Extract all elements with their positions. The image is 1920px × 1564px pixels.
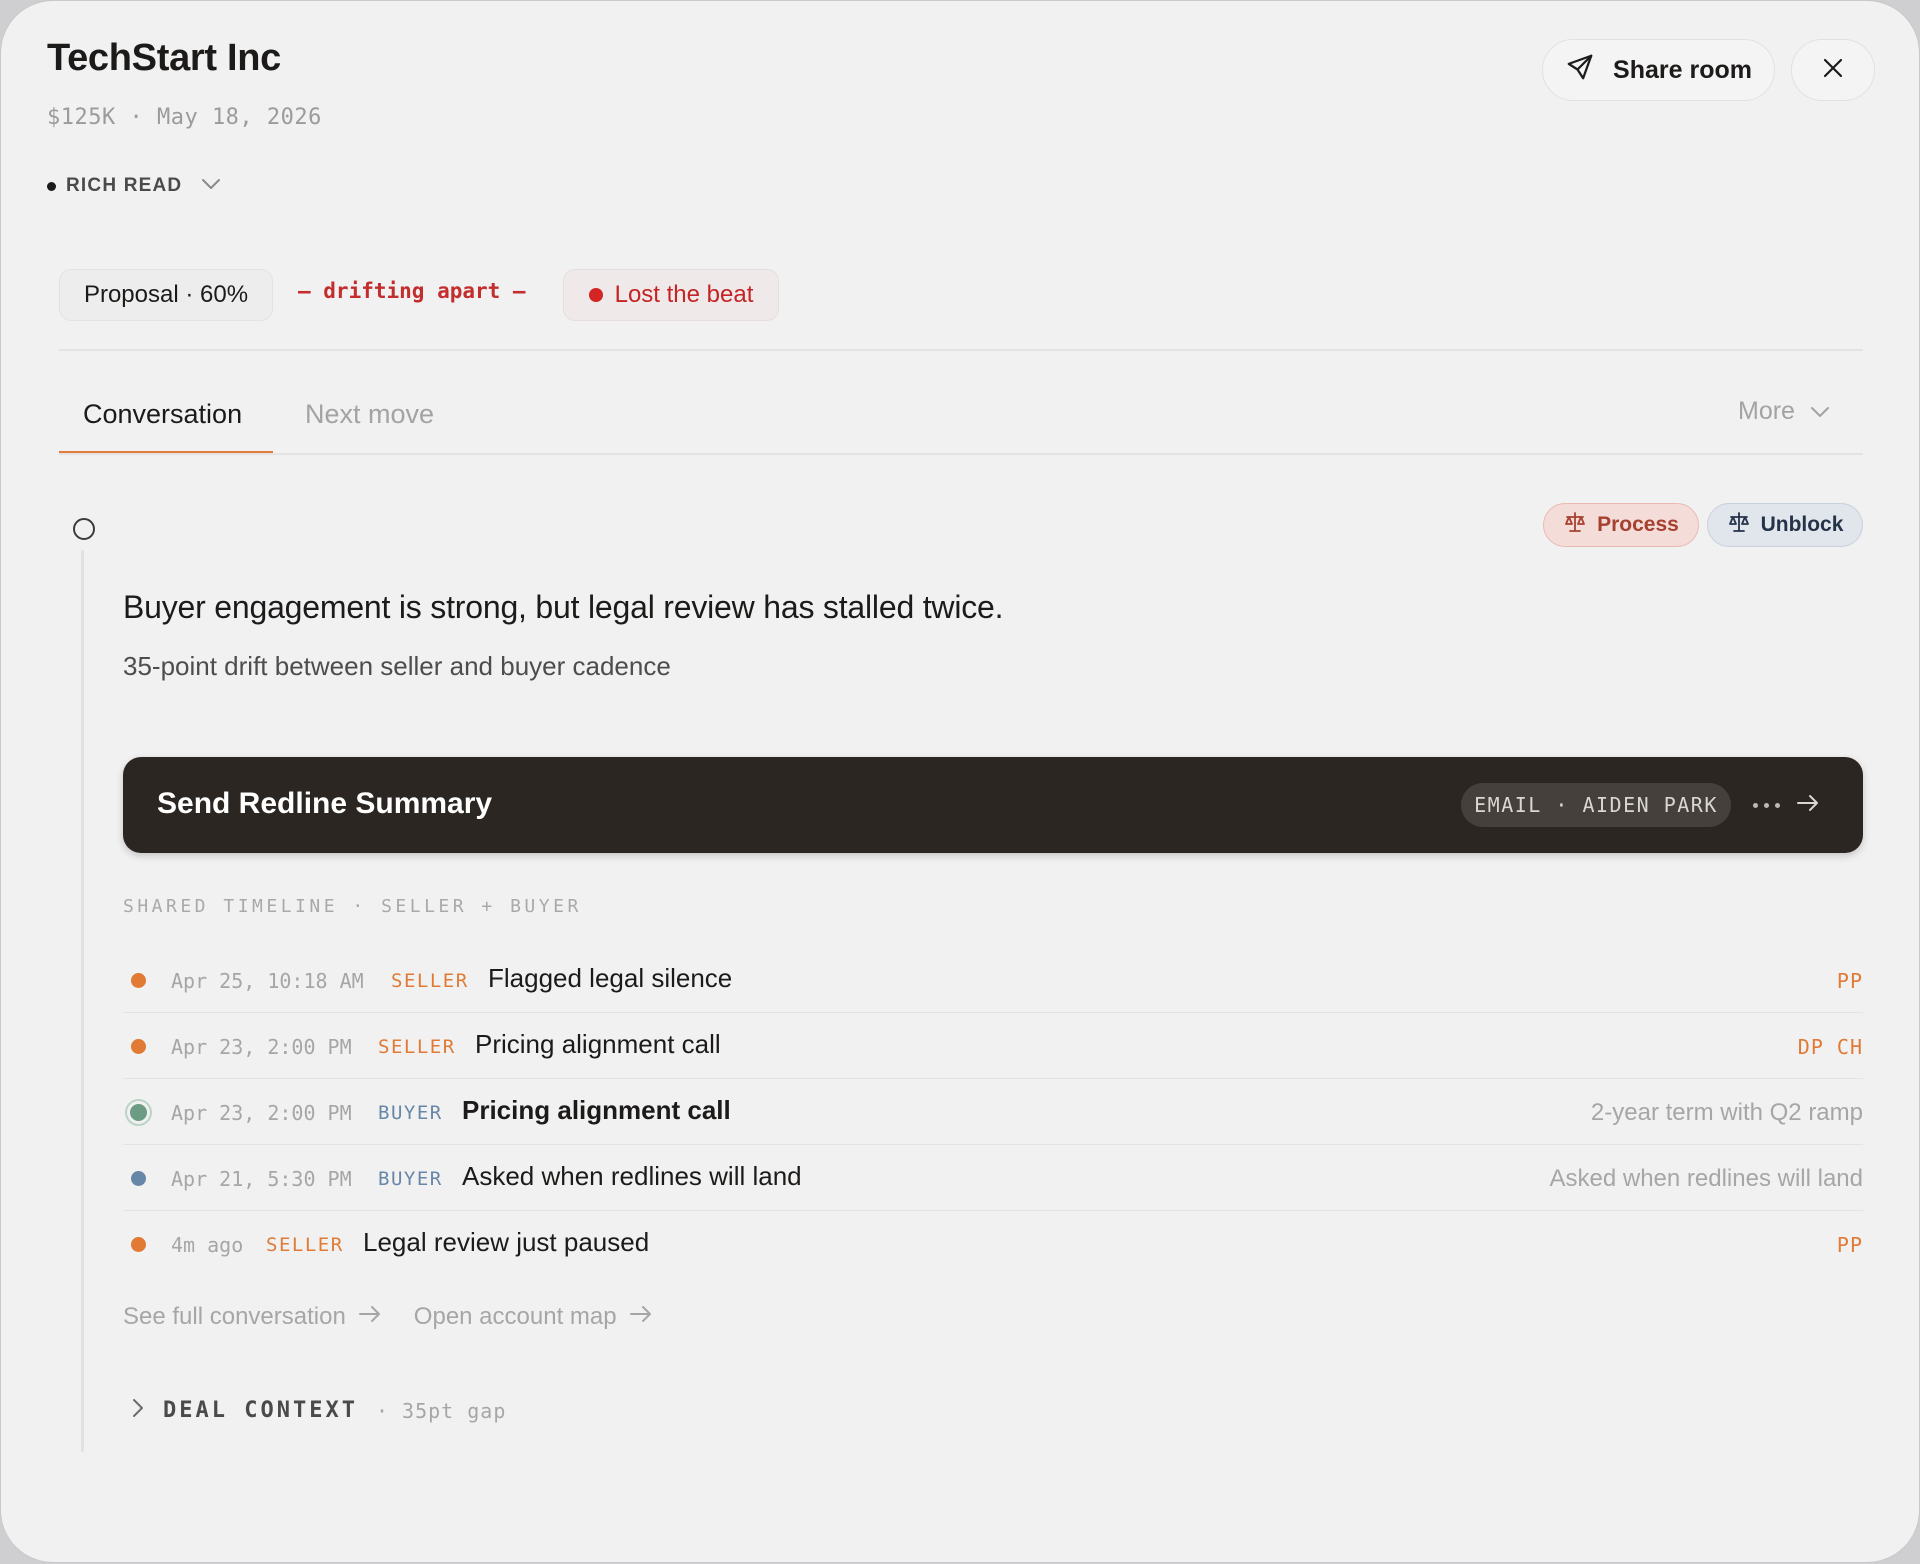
deal-title: TechStart Inc	[47, 37, 282, 79]
row-time: Apr 25, 10:18 AM	[171, 969, 364, 993]
arrow-right-icon	[629, 1303, 653, 1331]
scale-icon	[1563, 510, 1587, 540]
chevron-down-icon	[200, 175, 222, 197]
close-icon	[1821, 56, 1845, 85]
row-note: 2-year term with Q2 ramp	[1590, 1099, 1863, 1126]
process-tag[interactable]: Process	[1543, 503, 1699, 547]
channel-chip[interactable]: EMAIL · AIDEN PARK	[1461, 783, 1731, 827]
footer-links: See full conversation Open account map	[123, 1303, 653, 1331]
see-full-conversation-label: See full conversation	[123, 1303, 346, 1330]
row-role: BUYER	[378, 1102, 443, 1124]
arrow-right-icon	[358, 1303, 382, 1331]
more-dots-icon[interactable]	[1753, 802, 1780, 808]
timeline-row[interactable]: Apr 25, 10:18 AM SELLER Flagged legal si…	[123, 947, 1863, 1013]
row-initials: PP	[1836, 969, 1863, 993]
timeline-row[interactable]: Apr 21, 5:30 PM BUYER Asked when redline…	[123, 1145, 1863, 1211]
chevron-right-icon	[131, 1397, 145, 1424]
seller-dot	[131, 973, 146, 988]
buyer-dot	[131, 1171, 146, 1186]
row-title: Legal review just paused	[363, 1227, 650, 1257]
timeline-row[interactable]: Apr 23, 2:00 PM SELLER Pricing alignment…	[123, 1013, 1863, 1079]
row-initials: DP CH	[1797, 1035, 1863, 1059]
insight-headline: Buyer engagement is strong, but legal re…	[123, 589, 1004, 625]
deal-context-toggle[interactable]: DEAL CONTEXT · 35pt gap	[131, 1397, 506, 1424]
lost-beat-badge: Lost the beat	[563, 269, 779, 321]
tab-next-move[interactable]: Next move	[305, 399, 434, 430]
timeline-node	[73, 518, 95, 540]
insight-subline: 35-point drift between seller and buyer …	[123, 651, 671, 681]
deal-context-gap: · 35pt gap	[375, 1398, 507, 1423]
buyer-active-dot	[127, 1101, 150, 1124]
more-menu[interactable]: More	[1738, 397, 1831, 426]
row-title: Flagged legal silence	[488, 963, 733, 993]
open-account-map-label: Open account map	[413, 1303, 617, 1330]
open-account-map-link[interactable]: Open account map	[414, 1303, 653, 1331]
share-room-button[interactable]: Share room	[1542, 39, 1775, 101]
read-mode-label: RICH READ	[66, 175, 183, 196]
action-controls	[1753, 783, 1820, 827]
row-initials: PP	[1836, 1233, 1863, 1257]
share-room-label: Share room	[1613, 55, 1752, 84]
stage-badge: Proposal · 60%	[59, 269, 273, 321]
process-label: Process	[1597, 513, 1679, 536]
alert-dot	[588, 288, 603, 302]
deal-room-panel: TechStart Inc $125K · May 18, 2026 Share…	[1, 1, 1919, 1562]
seller-dot	[131, 1237, 146, 1252]
chevron-down-icon	[1809, 397, 1831, 426]
timeline-label: SHARED TIMELINE · SELLER + BUYER	[123, 896, 582, 917]
timeline-row[interactable]: 4m ago SELLER Legal review just paused P…	[123, 1211, 1863, 1277]
row-time: Apr 21, 5:30 PM	[171, 1167, 352, 1191]
read-mode-dot	[47, 181, 56, 191]
row-title: Asked when redlines will land	[462, 1161, 802, 1191]
arrow-right-icon[interactable]	[1796, 793, 1820, 818]
timeline-rail	[81, 550, 84, 1452]
seller-dot	[131, 1039, 146, 1054]
row-title: Pricing alignment call	[475, 1029, 721, 1059]
row-time: Apr 23, 2:00 PM	[171, 1035, 352, 1059]
header-divider	[59, 349, 1863, 351]
row-note: Asked when redlines will land	[1549, 1165, 1864, 1192]
timeline-row[interactable]: Apr 23, 2:00 PM BUYER Pricing alignment …	[123, 1079, 1863, 1145]
row-role: SELLER	[266, 1234, 344, 1256]
close-button[interactable]	[1791, 39, 1875, 101]
deal-context-label: DEAL CONTEXT	[163, 1398, 358, 1423]
row-role: SELLER	[378, 1036, 456, 1058]
row-role: BUYER	[378, 1168, 443, 1190]
send-icon	[1565, 52, 1595, 89]
see-full-conversation-link[interactable]: See full conversation	[123, 1303, 382, 1331]
drift-indicator: — drifting apart —	[298, 279, 526, 303]
row-title: Pricing alignment call	[462, 1095, 731, 1125]
scale-icon	[1727, 510, 1751, 540]
deal-subtitle: $125K · May 18, 2026	[47, 105, 322, 130]
tab-conversation[interactable]: Conversation	[83, 399, 242, 430]
read-mode-selector[interactable]: RICH READ	[47, 175, 222, 197]
next-action-bar[interactable]: Send Redline Summary EMAIL · AIDEN PARK	[123, 757, 1863, 853]
row-time: Apr 23, 2:00 PM	[171, 1101, 352, 1125]
row-time: 4m ago	[171, 1233, 244, 1257]
row-role: SELLER	[391, 970, 469, 992]
more-label: More	[1738, 397, 1795, 425]
tabs-divider	[59, 453, 1863, 455]
unblock-tag[interactable]: Unblock	[1707, 503, 1863, 547]
lost-beat-label: Lost the beat	[614, 281, 754, 308]
unblock-label: Unblock	[1760, 513, 1844, 536]
action-title: Send Redline Summary	[157, 787, 493, 820]
